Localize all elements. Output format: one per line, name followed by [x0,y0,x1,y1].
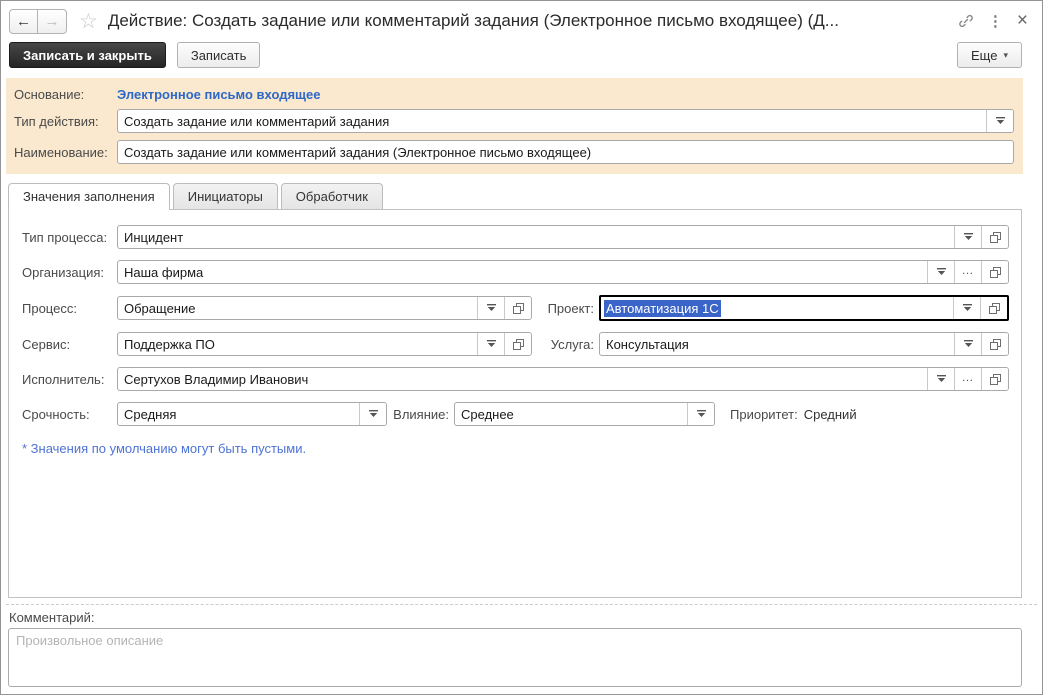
comment-textarea[interactable] [8,628,1022,687]
open-icon[interactable] [504,333,531,355]
defaults-note: * Значения по умолчанию могут быть пусты… [22,441,1009,456]
action-type-label: Тип действия: [14,114,117,129]
executor-row: Исполнитель: … [22,367,1009,391]
save-and-close-button[interactable]: Записать и закрыть [9,42,166,68]
process-label: Процесс: [22,301,117,316]
chevron-down-icon: ▾ [1003,50,1008,61]
impact-label: Влияние: [387,407,449,422]
link-icon[interactable] [958,13,974,29]
forward-arrow-icon: → [45,13,60,30]
executor-label: Исполнитель: [22,372,117,387]
tab-initiators[interactable]: Инициаторы [173,183,278,209]
action-type-field[interactable] [117,109,1014,133]
choice-icon[interactable] [477,333,504,355]
open-icon[interactable] [981,333,1008,355]
reason-link[interactable]: Электронное письмо входящее [117,87,320,102]
favorite-star-icon[interactable]: ☆ [79,9,98,34]
choice-icon[interactable] [927,368,954,390]
action-type-row: Тип действия: [14,109,1014,133]
open-icon[interactable] [981,368,1008,390]
nav-group: ← → [9,9,67,34]
urgency-impact-priority-row: Срочность: Влияние: Приоритет: Средний [22,402,1009,426]
open-icon[interactable] [981,226,1008,248]
page-title: Действие: Создать задание или комментари… [108,11,944,31]
choice-icon[interactable] [986,110,1013,132]
open-icon[interactable] [980,297,1007,319]
priority-value: Средний [804,407,857,422]
executor-field[interactable]: … [117,367,1009,391]
choice-icon[interactable] [953,297,980,319]
process-type-field[interactable] [117,225,1009,249]
offering-field[interactable] [599,332,1009,356]
offering-label: Услуга: [532,337,594,352]
back-arrow-icon: ← [16,13,31,30]
project-field-focused[interactable]: Автоматизация 1С [599,295,1009,321]
process-input[interactable] [118,297,477,319]
name-label: Наименование: [14,145,117,160]
choice-icon[interactable] [359,403,386,425]
ellipsis-icon[interactable]: … [954,368,981,390]
project-label: Проект: [532,301,594,316]
organization-label: Организация: [22,265,117,280]
fill-values-panel: Тип процесса: Организация: … Процесс: [8,209,1022,598]
comment-label: Комментарий: [9,610,1042,625]
section-divider [6,604,1037,605]
tab-bar: Значения заполнения Инициаторы Обработчи… [8,183,1042,209]
reason-row: Основание: Электронное письмо входящее [14,87,1014,102]
service-offering-row: Сервис: Услуга: [22,332,1009,356]
organization-row: Организация: … [22,260,1009,284]
offering-input[interactable] [600,333,954,355]
executor-input[interactable] [118,368,927,390]
open-icon[interactable] [504,297,531,319]
more-button[interactable]: Еще ▾ [957,42,1022,68]
process-type-input[interactable] [118,226,954,248]
command-bar: Записать и закрыть Записать Еще ▾ [1,39,1042,77]
save-button[interactable]: Записать [177,42,261,68]
more-button-label: Еще [971,48,997,63]
action-type-input[interactable] [118,110,986,132]
organization-input[interactable] [118,261,927,283]
name-field[interactable] [117,140,1014,164]
project-selected-text: Автоматизация 1С [604,300,721,317]
process-type-row: Тип процесса: [22,225,1009,249]
kebab-menu-icon[interactable]: ⋮ [988,12,1003,30]
process-type-label: Тип процесса: [22,230,117,245]
name-row: Наименование: [14,140,1014,164]
organization-field[interactable]: … [117,260,1009,284]
priority-label: Приоритет: [730,407,798,422]
choice-icon[interactable] [687,403,714,425]
service-field[interactable] [117,332,532,356]
service-input[interactable] [118,333,477,355]
choice-icon[interactable] [927,261,954,283]
ellipsis-icon[interactable]: … [954,261,981,283]
tab-handler[interactable]: Обработчик [281,183,383,209]
name-input[interactable] [118,141,1013,163]
tab-fill-values[interactable]: Значения заполнения [8,183,170,209]
back-button[interactable]: ← [9,9,38,34]
urgency-label: Срочность: [22,407,117,422]
urgency-input[interactable] [118,403,359,425]
service-label: Сервис: [22,337,117,352]
choice-icon[interactable] [954,333,981,355]
process-project-row: Процесс: Проект: Автоматизация 1С [22,295,1009,321]
open-icon[interactable] [981,261,1008,283]
urgency-field[interactable] [117,402,387,426]
impact-input[interactable] [455,403,687,425]
choice-icon[interactable] [477,297,504,319]
choice-icon[interactable] [954,226,981,248]
base-panel: Основание: Электронное письмо входящее Т… [6,78,1023,174]
titlebar: ← → ☆ Действие: Создать задание или комм… [1,1,1042,39]
forward-button[interactable]: → [38,9,67,34]
close-icon[interactable]: × [1017,10,1028,32]
process-field[interactable] [117,296,532,320]
reason-label: Основание: [14,87,117,102]
impact-field[interactable] [454,402,715,426]
form-window: ← → ☆ Действие: Создать задание или комм… [0,0,1043,695]
